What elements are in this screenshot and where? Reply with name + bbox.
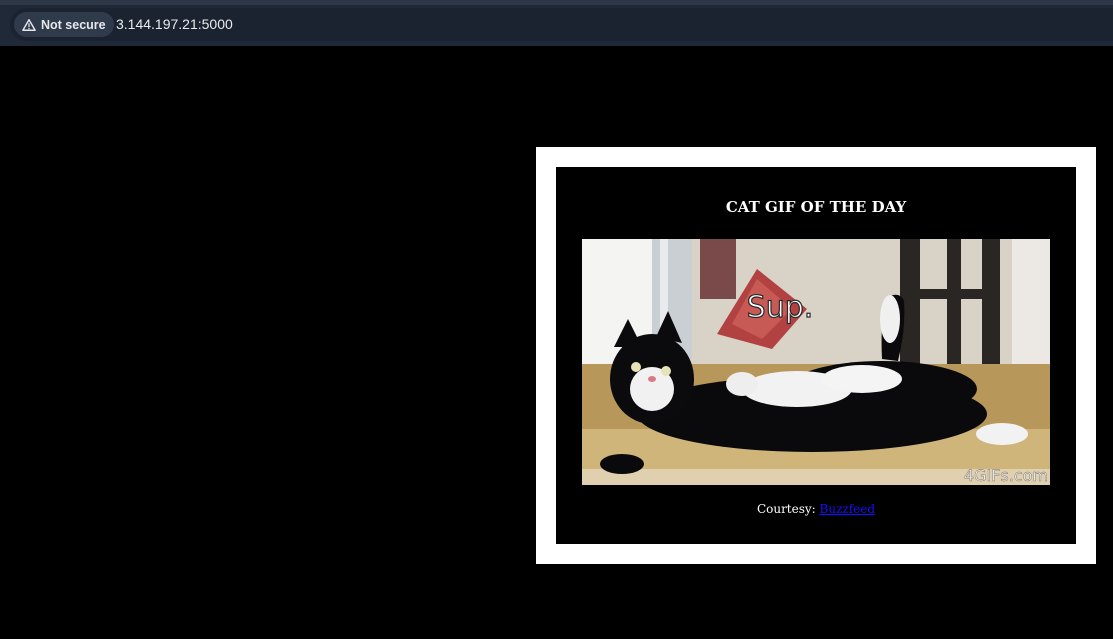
security-indicator[interactable]: Not secure (14, 12, 114, 37)
gif-watermark: 4GIFs.com (964, 466, 1048, 485)
browser-toolbar: Not secure 3.144.197.21:5000 (0, 0, 1113, 46)
page-viewport: CAT GIF OF THE DAY Sup. 4GIFs.com Courte… (0, 46, 1113, 639)
warning-triangle-icon (22, 18, 36, 31)
courtesy-link[interactable]: Buzzfeed (820, 502, 876, 516)
url-text[interactable]: 3.144.197.21:5000 (116, 16, 233, 32)
gif-card: CAT GIF OF THE DAY Sup. 4GIFs.com Courte… (536, 147, 1096, 564)
courtesy-line: Courtesy: Buzzfeed (556, 502, 1076, 516)
page-title: CAT GIF OF THE DAY (725, 198, 907, 216)
cat-gif-image: Sup. 4GIFs.com (582, 239, 1050, 485)
cat-gif-illustration: Sup. 4GIFs.com (582, 239, 1050, 485)
security-label: Not secure (41, 17, 106, 32)
address-bar[interactable]: Not secure 3.144.197.21:5000 (10, 8, 1113, 41)
gif-card-inner: CAT GIF OF THE DAY Sup. 4GIFs.com Courte… (556, 167, 1076, 544)
courtesy-prefix: Courtesy: (756, 502, 820, 516)
gif-caption: Sup. (747, 290, 814, 325)
